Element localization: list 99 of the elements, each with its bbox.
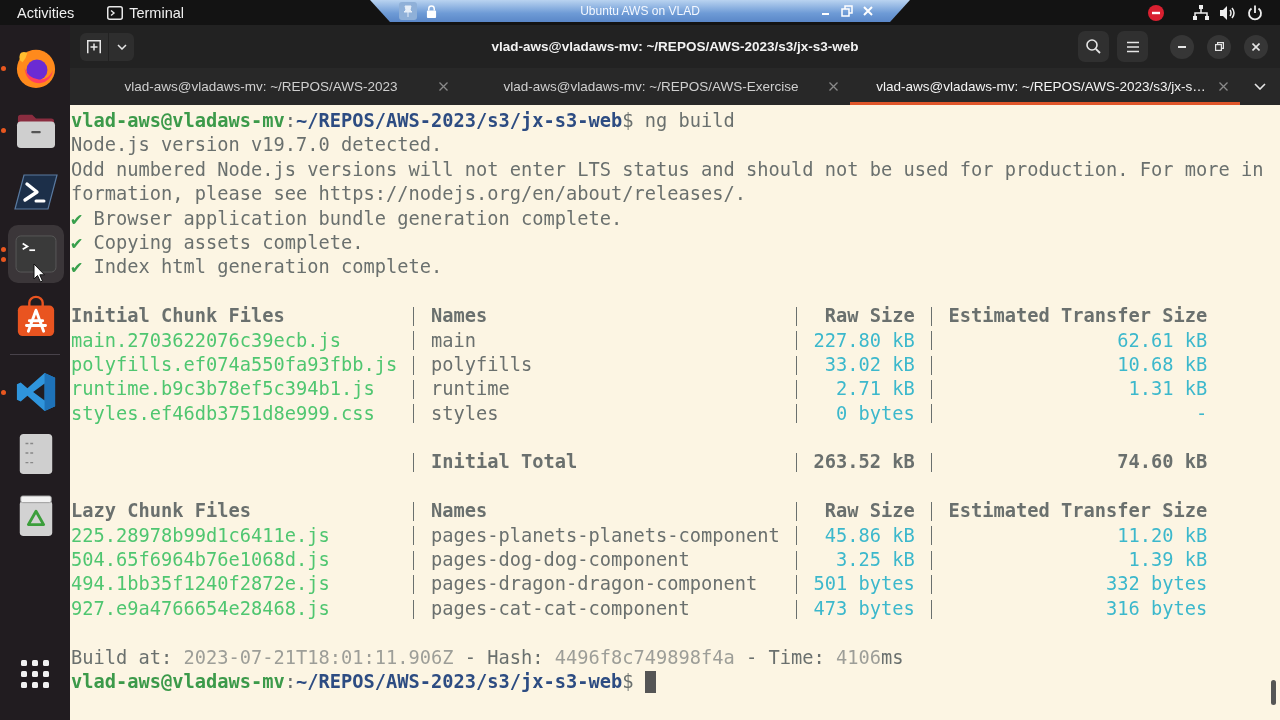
raw-size: 0 bytes xyxy=(836,402,915,424)
column-header: Lazy Chunk Files xyxy=(71,500,251,522)
raw-size: 2.71 kB xyxy=(836,378,915,400)
output-line: formation, please see https://nodejs.org/en/about/releases/. xyxy=(71,182,747,207)
file-name: 494.1bb35f1240f2872e.js xyxy=(71,573,330,595)
chunk-name: main xyxy=(431,329,477,351)
new-tab-icon xyxy=(87,39,101,54)
power-icon[interactable] xyxy=(1247,4,1263,21)
column-header: Names xyxy=(431,500,488,522)
raw-size: 501 bytes xyxy=(813,573,915,595)
check-mark: ✔ xyxy=(71,230,83,255)
total-transfer-size: 74.60 kB xyxy=(1117,451,1208,473)
file-name: styles.ef46db3751d8e999.css xyxy=(71,402,375,424)
file-name: polyfills.ef074a550fa93fbb.js xyxy=(71,353,398,375)
transfer-size: 332 bytes xyxy=(1106,573,1208,595)
output-line: Browser application bundle generation complete. xyxy=(93,206,623,231)
recycle-bin-icon xyxy=(18,495,54,537)
raw-size: 45.86 kB xyxy=(824,524,915,546)
check-mark: ✔ xyxy=(71,255,83,280)
chunk-name: pages-cat-cat-component xyxy=(431,597,690,619)
raw-size: 3.25 kB xyxy=(836,549,915,571)
transfer-size: 1.31 kB xyxy=(1128,378,1208,400)
output-line: Copying assets complete. xyxy=(93,230,364,255)
column-header: Estimated Transfer Size xyxy=(948,500,1208,522)
command-text: ng build xyxy=(644,109,735,133)
output-line: Index html generation complete. xyxy=(93,255,443,280)
transfer-size: 1.39 kB xyxy=(1128,549,1208,571)
menu-icon xyxy=(1125,40,1140,53)
total-label: Initial Total xyxy=(431,451,578,473)
search-icon xyxy=(1086,39,1101,54)
activities-button[interactable]: Activities xyxy=(13,1,79,24)
close-button[interactable] xyxy=(1244,34,1268,59)
minimize-icon xyxy=(1178,45,1186,48)
speaker-icon[interactable] xyxy=(1220,4,1236,21)
column-header: Names xyxy=(431,305,488,327)
shell-prompt: vlad-aws@vladaws-mv:~/REPOS/AWS-2023/s3/jx-s3-web$ xyxy=(71,109,634,133)
close-icon[interactable] xyxy=(862,5,874,17)
raw-size: 33.02 kB xyxy=(824,353,915,375)
app-menu-button[interactable]: Terminal xyxy=(103,1,188,24)
file-name: runtime.b9c3b78ef5c394b1.js xyxy=(71,378,375,400)
transfer-size: 11.20 kB xyxy=(1117,524,1208,546)
transfer-size: 62.61 kB xyxy=(1117,329,1208,351)
close-icon xyxy=(1218,82,1228,91)
app-grid-icon xyxy=(21,660,49,688)
dock-item[interactable] xyxy=(8,225,64,283)
build-summary: Build at: 2023-07-21T18:01:11.906Z - Hash: 4496f8c749898f4a - Time: 4106ms xyxy=(71,645,904,670)
check-mark: ✔ xyxy=(71,206,83,231)
terminal-icon xyxy=(15,235,57,273)
chunk-name: polyfills xyxy=(431,353,533,375)
ribbon-icon xyxy=(15,371,57,413)
column-header: Estimated Transfer Size xyxy=(948,305,1208,327)
caret-icon xyxy=(116,43,127,50)
chevron-down-icon xyxy=(1254,83,1266,90)
transfer-size: 10.68 kB xyxy=(1117,353,1208,375)
file-name: 927.e9a4766654e28468.js xyxy=(71,597,330,619)
chunk-name: pages-dog-dog-component xyxy=(431,549,690,571)
column-header: Initial Chunk Files xyxy=(71,305,285,327)
restore-icon xyxy=(1214,42,1224,51)
terminal-icon xyxy=(107,5,124,20)
restore-button[interactable] xyxy=(1207,34,1231,59)
close-icon xyxy=(1252,42,1260,51)
chunk-name: pages-dragon-dragon-component xyxy=(431,573,758,595)
globe-icon xyxy=(15,47,57,89)
scrollbar-thumb[interactable] xyxy=(1271,680,1276,705)
chunk-name: styles xyxy=(431,402,499,424)
total-raw-size: 263.52 kB xyxy=(813,451,915,473)
lock-icon[interactable] xyxy=(426,4,437,18)
tab[interactable]: vlad-aws@vladaws-mv: ~/REPOS/AWS-Exercise xyxy=(460,68,850,105)
minimize-button[interactable] xyxy=(1170,34,1194,59)
chunk-name: runtime xyxy=(431,378,510,400)
new-tab-button[interactable] xyxy=(80,32,108,61)
close-icon xyxy=(438,82,448,91)
network-icon[interactable] xyxy=(1193,4,1209,21)
raw-size: 473 bytes xyxy=(813,597,915,619)
column-header: Raw Size xyxy=(824,305,915,327)
tab[interactable]: vlad-aws@vladaws-mv: ~/REPOS/AWS-2023 xyxy=(70,68,460,105)
chunk-name: pages-planets-planets-component xyxy=(431,524,780,546)
transfer-size: - xyxy=(1196,402,1208,424)
raw-size: 227.80 kB xyxy=(813,329,915,351)
vm-title: Ubuntu AWS on VLAD xyxy=(580,4,700,18)
search-button[interactable] xyxy=(1078,31,1109,62)
column-header: Raw Size xyxy=(824,500,915,522)
shopping-bag-icon xyxy=(15,295,57,337)
file-name: main.2703622076c39ecb.js xyxy=(71,329,342,351)
console-icon xyxy=(14,174,58,210)
document-icon xyxy=(18,433,54,475)
close-icon xyxy=(828,82,838,91)
file-name: 504.65f6964b76e1068d.js xyxy=(71,549,330,571)
restore-icon[interactable] xyxy=(841,5,853,17)
output-line: Odd numbered Node.js versions will not enter LTS status and should not be used for production. For more in xyxy=(71,157,1264,182)
shell-prompt: vlad-aws@vladaws-mv:~/REPOS/AWS-2023/s3/jx-s3-web$ xyxy=(71,670,634,694)
mouse-pointer-icon xyxy=(33,263,46,283)
new-tab-menu-button[interactable] xyxy=(109,32,134,61)
output-line: Node.js version v19.7.0 detected. xyxy=(71,133,443,158)
file-name: 225.28978b99d1c6411e.js xyxy=(71,524,330,546)
no-entry-icon[interactable] xyxy=(1148,4,1164,21)
menu-button[interactable] xyxy=(1117,31,1148,62)
transfer-size: 316 bytes xyxy=(1106,597,1208,619)
window-title: vlad-aws@vladaws-mv: ~/REPOS/AWS-2023/s3/jx-s3-web xyxy=(491,39,859,54)
